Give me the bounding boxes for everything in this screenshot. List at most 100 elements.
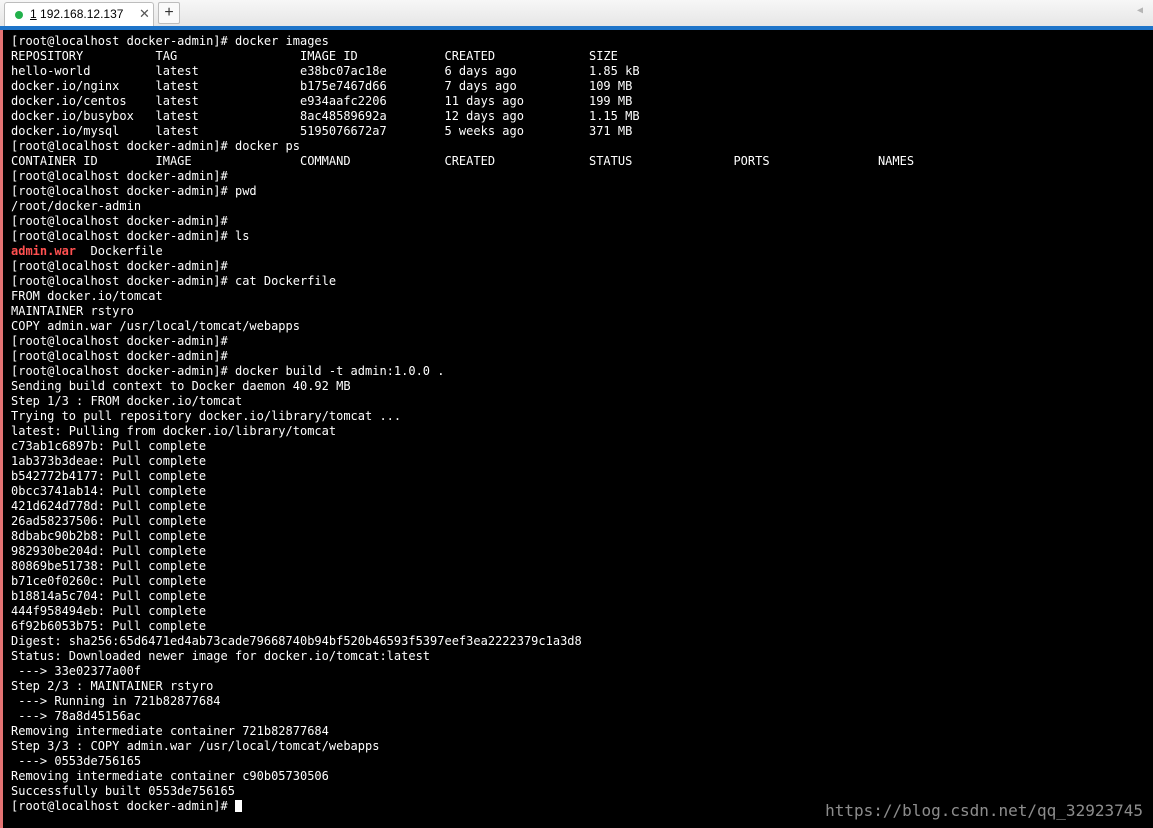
terminal-line-text: ---> 78a8d45156ac [11, 709, 142, 723]
terminal-line: latest: Pulling from docker.io/library/t… [11, 424, 914, 439]
terminal-line-text: [root@localhost docker-admin]# docker ps [11, 139, 300, 153]
terminal-line-text: [root@localhost docker-admin]# docker im… [11, 34, 329, 48]
terminal-line-text: [root@localhost docker-admin]# [11, 169, 228, 183]
terminal-line-text: Step 3/3 : COPY admin.war /usr/local/tom… [11, 739, 380, 753]
terminal-cursor [234, 800, 242, 812]
terminal-line-text: 6f92b6053b75: Pull complete [11, 619, 207, 633]
terminal-line: docker.io/busybox latest 8ac48589692a 12… [11, 109, 914, 124]
terminal-line-text: Removing intermediate container 721b8287… [11, 724, 329, 738]
terminal-line-text: [root@localhost docker-admin]# ls [11, 229, 250, 243]
terminal-line: b542772b4177: Pull complete [11, 469, 914, 484]
dockerfile-name: Dockerfile [90, 244, 163, 258]
terminal-line: 444f958494eb: Pull complete [11, 604, 914, 619]
terminal-line: Status: Downloaded newer image for docke… [11, 649, 914, 664]
terminal-line: ---> 33e02377a00f [11, 664, 914, 679]
terminal-line: ---> Running in 721b82877684 [11, 694, 914, 709]
terminal-line-text: Sending build context to Docker daemon 4… [11, 379, 351, 393]
terminal-line-text: ---> 0553de756165 [11, 754, 142, 768]
terminal-line: ---> 78a8d45156ac [11, 709, 914, 724]
terminal-line: [root@localhost docker-admin]# [11, 259, 914, 274]
terminal-line: [root@localhost docker-admin]# docker ps [11, 139, 914, 154]
terminal-line: 1ab373b3deae: Pull complete [11, 454, 914, 469]
terminal-line-text: [root@localhost docker-admin]# [11, 259, 228, 273]
terminal-line: hello-world latest e38bc07ac18e 6 days a… [11, 64, 914, 79]
terminal-line: docker.io/centos latest e934aafc2206 11 … [11, 94, 914, 109]
terminal-line-text: Step 2/3 : MAINTAINER rstyro [11, 679, 214, 693]
terminal-line: FROM docker.io/tomcat [11, 289, 914, 304]
terminal-output: [root@localhost docker-admin]# docker im… [11, 34, 914, 814]
terminal-line: /root/docker-admin [11, 199, 914, 214]
war-file-name: admin.war [11, 244, 77, 258]
terminal-line: [root@localhost docker-admin]# docker im… [11, 34, 914, 49]
terminal-line-text: Step 1/3 : FROM docker.io/tomcat [11, 394, 243, 408]
terminal-line-text: Successfully built 0553de756165 [11, 784, 235, 798]
terminal-line: docker.io/mysql latest 5195076672a7 5 we… [11, 124, 914, 139]
terminal-line-text: [root@localhost docker-admin]# [11, 334, 228, 348]
terminal-line: admin.war Dockerfile [11, 244, 914, 259]
tab-title: 192.168.12.137 [40, 7, 124, 21]
terminal-line: [root@localhost docker-admin]# [11, 349, 914, 364]
terminal-line-text: /root/docker-admin [11, 199, 142, 213]
terminal-line-text: b71ce0f0260c: Pull complete [11, 574, 207, 588]
tab-number: 1 [30, 7, 37, 21]
session-tab[interactable]: 1 192.168.12.137 ✕ [4, 2, 154, 26]
terminal-line: COPY admin.war /usr/local/tomcat/webapps [11, 319, 914, 334]
terminal-line-text: 1ab373b3deae: Pull complete [11, 454, 207, 468]
terminal-line: Trying to pull repository docker.io/libr… [11, 409, 914, 424]
terminal-line: Digest: sha256:65d6471ed4ab73cade7966874… [11, 634, 914, 649]
terminal-line: [root@localhost docker-admin]# pwd [11, 184, 914, 199]
terminal-line: MAINTAINER rstyro [11, 304, 914, 319]
terminal-line: Removing intermediate container 721b8287… [11, 724, 914, 739]
terminal-line-text: ---> 33e02377a00f [11, 664, 142, 678]
terminal-line: Step 2/3 : MAINTAINER rstyro [11, 679, 914, 694]
terminal-line-text: 26ad58237506: Pull complete [11, 514, 207, 528]
terminal-line: CONTAINER ID IMAGE COMMAND CREATED STATU… [11, 154, 914, 169]
terminal-line: 982930be204d: Pull complete [11, 544, 914, 559]
connection-status-icon [15, 11, 23, 19]
terminal-line-text: c73ab1c6897b: Pull complete [11, 439, 207, 453]
terminal-line-text: 421d624d778d: Pull complete [11, 499, 207, 513]
tab-label: 1 192.168.12.137 [30, 7, 123, 21]
terminal-line: 6f92b6053b75: Pull complete [11, 619, 914, 634]
close-icon[interactable]: ✕ [139, 6, 150, 22]
terminal-line: Removing intermediate container c90b0573… [11, 769, 914, 784]
terminal-line: Step 3/3 : COPY admin.war /usr/local/tom… [11, 739, 914, 754]
terminal-line: [root@localhost docker-admin]# [11, 799, 914, 814]
terminal-line-text: MAINTAINER rstyro [11, 304, 134, 318]
new-tab-button[interactable]: + [158, 2, 180, 24]
ls-separator [76, 244, 90, 258]
terminal-line-text: Digest: sha256:65d6471ed4ab73cade7966874… [11, 634, 582, 648]
terminal-window[interactable]: [root@localhost docker-admin]# docker im… [3, 30, 1153, 828]
terminal-line: b18814a5c704: Pull complete [11, 589, 914, 604]
terminal-line-text: docker.io/mysql latest 5195076672a7 5 we… [11, 124, 633, 138]
terminal-line: Successfully built 0553de756165 [11, 784, 914, 799]
terminal-line-text: [root@localhost docker-admin]# [11, 799, 235, 813]
terminal-line-text: [root@localhost docker-admin]# [11, 214, 228, 228]
terminal-line-text: b542772b4177: Pull complete [11, 469, 207, 483]
terminal-line: [root@localhost docker-admin]# cat Docke… [11, 274, 914, 289]
terminal-line-text: [root@localhost docker-admin]# pwd [11, 184, 257, 198]
terminal-line-text: REPOSITORY TAG IMAGE ID CREATED SIZE [11, 49, 618, 63]
terminal-line: ---> 0553de756165 [11, 754, 914, 769]
terminal-line: b71ce0f0260c: Pull complete [11, 574, 914, 589]
terminal-line-text: docker.io/centos latest e934aafc2206 11 … [11, 94, 633, 108]
terminal-line-text: b18814a5c704: Pull complete [11, 589, 207, 603]
terminal-line: [root@localhost docker-admin]# [11, 214, 914, 229]
terminal-line: [root@localhost docker-admin]# ls [11, 229, 914, 244]
terminal-line-text: [root@localhost docker-admin]# [11, 349, 228, 363]
terminal-line: Step 1/3 : FROM docker.io/tomcat [11, 394, 914, 409]
terminal-line-text: docker.io/nginx latest b175e7467d66 7 da… [11, 79, 633, 93]
watermark: https://blog.csdn.net/qq_32923745 [825, 801, 1143, 820]
terminal-line: [root@localhost docker-admin]# docker bu… [11, 364, 914, 379]
terminal-line-text: COPY admin.war /usr/local/tomcat/webapps [11, 319, 300, 333]
terminal-line: [root@localhost docker-admin]# [11, 169, 914, 184]
terminal-line: docker.io/nginx latest b175e7467d66 7 da… [11, 79, 914, 94]
terminal-line-text: [root@localhost docker-admin]# cat Docke… [11, 274, 337, 288]
terminal-line: 80869be51738: Pull complete [11, 559, 914, 574]
scroll-left-icon[interactable]: ◀ [1137, 5, 1143, 16]
terminal-line-text: 80869be51738: Pull complete [11, 559, 207, 573]
terminal-line: 26ad58237506: Pull complete [11, 514, 914, 529]
terminal-line-text: docker.io/busybox latest 8ac48589692a 12… [11, 109, 640, 123]
terminal-line-text: 8dbabc90b2b8: Pull complete [11, 529, 207, 543]
terminal-line: 0bcc3741ab14: Pull complete [11, 484, 914, 499]
